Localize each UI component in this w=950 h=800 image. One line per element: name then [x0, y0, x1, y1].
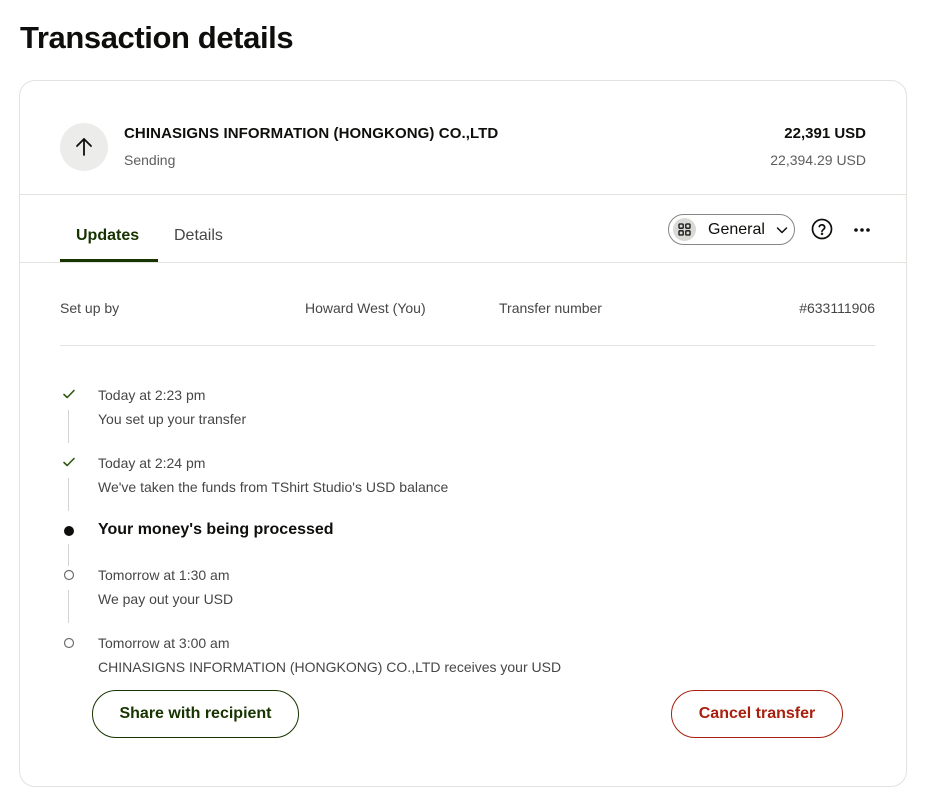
step-time: Today at 2:23 pm: [98, 387, 206, 403]
chevron-down-icon: [775, 223, 789, 237]
timeline-connector: [68, 544, 69, 566]
step-time: Today at 2:24 pm: [98, 455, 206, 471]
tab-updates[interactable]: Updates: [76, 227, 139, 245]
question-circle-icon[interactable]: [811, 218, 833, 240]
timeline-connector: [68, 590, 69, 623]
active-tab-indicator: [60, 259, 158, 262]
view-selector-button[interactable]: General: [668, 214, 795, 245]
transaction-card: CHINASIGNS INFORMATION (HONGKONG) CO.,LT…: [19, 80, 907, 787]
step-time: Tomorrow at 1:30 am: [98, 567, 230, 583]
step-description: We pay out your USD: [98, 591, 234, 607]
transfer-number-label: Transfer number: [499, 300, 602, 316]
step-description: We've taken the funds from TShirt Studio…: [98, 479, 449, 495]
source-amount: 22,394.29 USD: [770, 152, 866, 168]
share-with-recipient-button[interactable]: Share with recipient: [92, 690, 299, 738]
setup-by-value: Howard West (You): [305, 300, 426, 316]
transaction-header: CHINASIGNS INFORMATION (HONGKONG) CO.,LT…: [20, 81, 906, 195]
arrow-up-icon: [60, 123, 108, 171]
transfer-number-value: #633111906: [799, 300, 875, 316]
pending-circle-icon: [60, 566, 78, 584]
step-time: Tomorrow at 3:00 am: [98, 635, 230, 651]
check-icon: [60, 385, 78, 403]
transfer-info-row: Set up by Howard West (You) Transfer num…: [60, 264, 875, 346]
transaction-amount: 22,391 USD: [784, 125, 866, 142]
recipient-name: CHINASIGNS INFORMATION (HONGKONG) CO.,LT…: [124, 125, 499, 142]
more-horizontal-icon[interactable]: [852, 220, 872, 240]
step-description: CHINASIGNS INFORMATION (HONGKONG) CO.,LT…: [98, 659, 562, 675]
tabs-bar: Updates Details General: [20, 195, 906, 263]
view-selector-label: General: [708, 220, 765, 238]
pending-circle-icon: [60, 634, 78, 652]
timeline-connector: [68, 478, 69, 511]
transaction-status: Sending: [124, 152, 176, 168]
current-step-dot-icon: [60, 522, 78, 540]
tab-details[interactable]: Details: [174, 227, 223, 245]
page-title: Transaction details: [20, 20, 294, 55]
cancel-transfer-button[interactable]: Cancel transfer: [671, 690, 843, 738]
check-icon: [60, 453, 78, 471]
setup-by-label: Set up by: [60, 300, 120, 316]
step-description: You set up your transfer: [98, 411, 247, 427]
current-step-title: Your money's being processed: [98, 521, 334, 538]
grid-icon: [673, 218, 696, 241]
timeline-connector: [68, 410, 69, 443]
